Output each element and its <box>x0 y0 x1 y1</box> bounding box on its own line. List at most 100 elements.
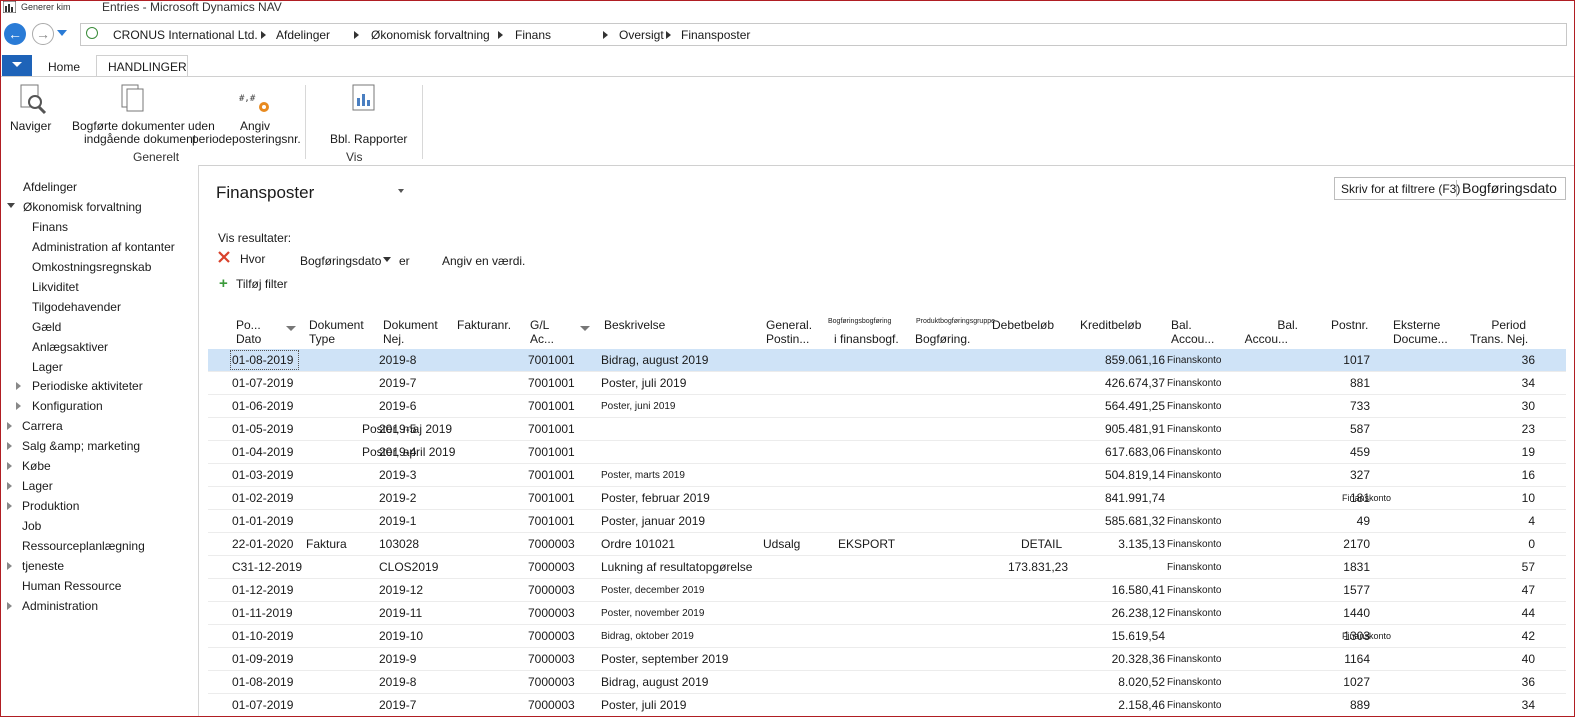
cell-kredit[interactable]: 841.991,74 <box>1058 491 1165 505</box>
cell-besk[interactable]: Poster, januar 2019 <box>601 514 705 528</box>
expanded-chevron-icon[interactable] <box>7 203 15 208</box>
cell-postnr[interactable]: 587 <box>1308 422 1370 436</box>
breadcrumb-separator-icon[interactable] <box>603 31 608 39</box>
table-row[interactable]: 01-01-2019 2019-1 7001001 Poster, januar 20… <box>208 510 1566 533</box>
cell-kredit[interactable]: 8.020,52 <box>1058 675 1165 689</box>
col-header-po-dato[interactable]: Po... Dato <box>236 318 261 346</box>
cell-postnr[interactable]: 49 <box>1308 514 1370 528</box>
breadcrumb-okonomisk[interactable]: Økonomisk forvaltning <box>371 28 490 42</box>
cell-postnr[interactable]: 1017 <box>1308 353 1370 367</box>
cell-bal[interactable]: Finanskonto <box>1167 539 1221 550</box>
cell-period[interactable]: 23 <box>1478 422 1535 436</box>
col-header-text[interactable]: General. <box>766 318 812 332</box>
cell-period[interactable]: 57 <box>1478 560 1535 574</box>
add-filter-button[interactable]: Tilføj filter <box>236 277 288 291</box>
col-header-text[interactable]: Bal. <box>1277 318 1298 332</box>
cell-bal[interactable]: Finanskonto <box>1167 677 1221 688</box>
cell-debet[interactable]: 173.831,23 <box>978 560 1068 574</box>
breadcrumb-oversigt[interactable]: Oversigt <box>619 28 664 42</box>
remove-filter-icon[interactable] <box>218 251 230 263</box>
cell-postnr[interactable]: 327 <box>1308 468 1370 482</box>
add-icon[interactable]: + <box>219 276 228 291</box>
col-header-text[interactable]: Eksterne <box>1393 318 1440 332</box>
cell-bal[interactable]: Finanskonto <box>1167 447 1221 458</box>
cell-dato[interactable]: C31-12-2019 <box>232 560 302 574</box>
cell-besk[interactable]: Poster, marts 2019 <box>601 470 685 481</box>
col-header-prod-small[interactable]: Produktbogføringsgruppe <box>916 318 995 326</box>
cell-bal[interactable]: Finanskonto <box>1167 700 1221 711</box>
cell-gl[interactable]: 7001001 <box>528 353 575 367</box>
forward-button[interactable]: → <box>32 23 54 45</box>
bogforte-dokumenter-button-line2[interactable]: indgående dokument <box>84 133 196 146</box>
back-button[interactable]: ← <box>4 23 26 45</box>
table-row[interactable]: 01-08-2019 2019-8 7001001 Bidrag, august 20… <box>208 349 1566 372</box>
col-header-text[interactable]: Nej. <box>383 332 404 346</box>
breadcrumb-separator-icon[interactable] <box>498 31 503 39</box>
cell-besk[interactable]: Poster, juli 2019 <box>601 698 686 712</box>
col-header-text[interactable]: Accou... <box>1245 332 1288 346</box>
col-header-fakturanr[interactable]: Fakturanr. <box>457 318 511 332</box>
cell-kredit[interactable]: 905.481,91 <box>1058 422 1165 436</box>
report-icon[interactable] <box>352 84 376 112</box>
cell-dok[interactable]: 2019-6 <box>379 399 416 413</box>
cell-gl[interactable]: 7001001 <box>528 376 575 390</box>
cell-period[interactable]: 19 <box>1478 445 1535 459</box>
cell-kredit[interactable]: 20.328,36 <box>1058 652 1165 666</box>
table-row[interactable]: 01-07-2019 2019-7 7001001 Poster, juli 2019… <box>208 372 1566 395</box>
col-header-bal-account-2[interactable]: Bal. Accou... <box>1244 318 1298 346</box>
col-header-text[interactable]: Dato <box>236 332 261 346</box>
cell-postnr[interactable]: 881 <box>1308 376 1370 390</box>
cell-dok[interactable]: 2019-7 <box>379 698 416 712</box>
sidebar-item-okonomisk-forvaltning[interactable]: Økonomisk forvaltning <box>23 200 142 214</box>
cell-gl[interactable]: 7000003 <box>528 698 575 712</box>
col-header-prod[interactable]: Bogføring. <box>915 332 970 346</box>
sidebar-item-administration-af-kontanter[interactable]: Administration af kontanter <box>32 240 175 254</box>
cell-dato[interactable]: 01-05-2019 <box>232 422 293 436</box>
sidebar-item-lager[interactable]: Lager <box>22 479 53 493</box>
cell-postnr[interactable]: 889 <box>1308 698 1370 712</box>
sidebar-item-likviditet[interactable]: Likviditet <box>32 280 79 294</box>
cell-besk[interactable]: Poster, juli 2019 <box>601 376 686 390</box>
col-header-text[interactable]: Trans. Nej. <box>1470 332 1528 346</box>
collapsed-chevron-icon[interactable] <box>7 562 12 570</box>
col-header-kreditbelob[interactable]: Kreditbeløb <box>1080 318 1141 332</box>
breadcrumb-finansposter[interactable]: Finansposter <box>681 28 750 42</box>
cell-dok[interactable]: 2019-9 <box>379 652 416 666</box>
cell-bal[interactable]: Finanskonto <box>1167 585 1221 596</box>
col-header-eksterne-dokument[interactable]: Eksterne Docume... <box>1393 318 1448 346</box>
angiv-button-line2[interactable]: periodeposteringsnr. <box>192 133 301 146</box>
breadcrumb-separator-icon[interactable] <box>261 31 266 39</box>
cell-kredit[interactable]: 2.158,46 <box>1058 698 1165 712</box>
table-row[interactable]: 01-06-2019 2019-6 7001001 Poster, juni 2019… <box>208 395 1566 418</box>
cell-gen[interactable]: Udsalg <box>763 537 800 551</box>
history-dropdown-icon[interactable] <box>57 30 67 36</box>
sidebar-item-salg-marketing[interactable]: Salg &amp; marketing <box>22 439 140 453</box>
cell-prod[interactable]: DETAIL <box>1021 537 1062 551</box>
cell-dok[interactable]: 2019-2 <box>379 491 416 505</box>
cell-period[interactable]: 0 <box>1478 537 1535 551</box>
col-header-text[interactable]: Dokument <box>383 318 438 332</box>
breadcrumb-company[interactable]: CRONUS International Ltd. <box>113 28 258 42</box>
cell-postnr[interactable]: 733 <box>1308 399 1370 413</box>
cell-period[interactable]: 36 <box>1478 675 1535 689</box>
cell-gl[interactable]: 7000003 <box>528 652 575 666</box>
cell-type[interactable]: Faktura <box>306 537 347 551</box>
sort-desc-icon[interactable] <box>580 326 590 331</box>
cell-besk[interactable]: Poster, februar 2019 <box>601 491 710 505</box>
cell-period[interactable]: 44 <box>1478 606 1535 620</box>
sidebar-item-periodiske-aktiviteter[interactable]: Periodiske aktiviteter <box>32 379 143 393</box>
number-settings-icon[interactable]: #,# <box>239 91 273 115</box>
col-header-beskrivelse[interactable]: Beskrivelse <box>604 318 665 332</box>
cell-bal[interactable]: Finanskonto <box>1167 401 1221 412</box>
filter-field-dropdown[interactable]: Bogføringsdato <box>300 254 381 268</box>
history-icon[interactable] <box>86 27 98 39</box>
table-row[interactable]: 01-09-2019 2019-9 7000003 Poster, september… <box>208 648 1566 671</box>
cell-dok[interactable]: 2019-4 <box>379 445 416 459</box>
cell-gl[interactable]: 7001001 <box>528 514 575 528</box>
sidebar-item-tjeneste[interactable]: tjeneste <box>22 559 64 573</box>
cell-kredit[interactable]: 426.674,37 <box>1058 376 1165 390</box>
cell-kredit[interactable]: 15.619,54 <box>1058 629 1165 643</box>
cell-bogf[interactable]: EKSPORT <box>838 537 895 551</box>
col-header-text[interactable]: Accou... <box>1171 332 1214 346</box>
cell-postnr[interactable]: 2170 <box>1308 537 1370 551</box>
